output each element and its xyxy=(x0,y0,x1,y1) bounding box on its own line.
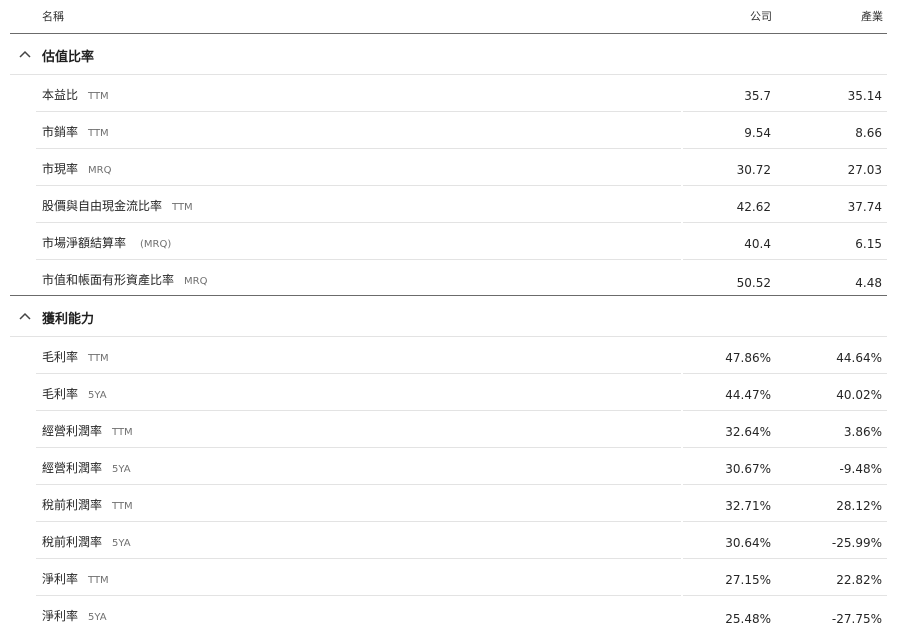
industry-value: -27.75% xyxy=(831,612,882,626)
company-value: 30.64% xyxy=(725,536,771,550)
industry-value: -25.99% xyxy=(831,536,882,550)
row-label: 市值和帳面有形資產比率 MRQ xyxy=(42,273,208,287)
chevron-up-icon[interactable] xyxy=(18,47,32,61)
row-period: TTM xyxy=(88,353,109,364)
table-row: 稅前利潤率 TTM 32.71% 28.12% xyxy=(0,485,904,522)
row-label: 稅前利潤率 5YA xyxy=(42,535,131,549)
row-period: TTM xyxy=(112,501,133,512)
table-row: 市銷率 TTM 9.54 8.66 xyxy=(0,112,904,149)
table-row: 市現率 MRQ 30.72 27.03 xyxy=(0,149,904,186)
company-value: 30.72 xyxy=(736,163,771,177)
company-value: 47.86% xyxy=(725,351,771,365)
industry-value: 22.82% xyxy=(836,573,882,587)
table-header: 名稱 公司 產業 xyxy=(0,0,904,34)
company-value: 50.52 xyxy=(736,276,771,290)
company-value: 30.67% xyxy=(725,462,771,476)
table-row: 稅前利潤率 5YA 30.64% -25.99% xyxy=(0,522,904,559)
row-label: 毛利率 TTM xyxy=(42,350,109,364)
table-row: 毛利率 TTM 47.86% 44.64% xyxy=(0,337,904,374)
row-period: TTM xyxy=(88,128,109,139)
section-valuation-ratios[interactable]: 估值比率 xyxy=(0,34,904,74)
row-period: TTM xyxy=(88,91,109,102)
table-row: 毛利率 5YA 44.47% 40.02% xyxy=(0,374,904,411)
row-period: 5YA xyxy=(88,612,107,623)
section-title: 估值比率 xyxy=(42,50,95,65)
row-period: (MRQ) xyxy=(140,239,172,250)
row-period: TTM xyxy=(112,427,133,438)
row-period: 5YA xyxy=(112,464,131,475)
row-period: 5YA xyxy=(88,390,107,401)
row-period: 5YA xyxy=(112,538,131,549)
company-value: 35.7 xyxy=(744,89,771,103)
industry-value: 37.74 xyxy=(847,200,882,214)
industry-value: 8.66 xyxy=(855,126,882,140)
section-title: 獲利能力 xyxy=(42,312,95,327)
column-header-industry: 產業 xyxy=(861,10,883,23)
chevron-up-icon[interactable] xyxy=(18,309,32,323)
row-period: TTM xyxy=(172,202,193,213)
company-value: 9.54 xyxy=(744,126,771,140)
row-label: 經營利潤率 TTM xyxy=(42,424,133,438)
section-profitability[interactable]: 獲利能力 xyxy=(0,296,904,336)
row-label: 淨利率 TTM xyxy=(42,572,109,586)
industry-value: 35.14 xyxy=(847,89,882,103)
row-label: 經營利潤率 5YA xyxy=(42,461,131,475)
table-row: 經營利潤率 TTM 32.64% 3.86% xyxy=(0,411,904,448)
industry-value: 44.64% xyxy=(836,351,882,365)
row-label: 稅前利潤率 TTM xyxy=(42,498,133,512)
row-label: 市現率 MRQ xyxy=(42,162,112,176)
row-label: 毛利率 5YA xyxy=(42,387,107,401)
table-row: 淨利率 5YA 25.48% -27.75% xyxy=(0,596,904,629)
row-period: TTM xyxy=(88,575,109,586)
table-row: 市值和帳面有形資產比率 MRQ 50.52 4.48 xyxy=(0,260,904,297)
industry-value: 40.02% xyxy=(836,388,882,402)
row-label: 市銷率 TTM xyxy=(42,125,109,139)
industry-value: -9.48% xyxy=(839,462,882,476)
company-value: 27.15% xyxy=(725,573,771,587)
row-label: 股價與自由現金流比率 TTM xyxy=(42,199,193,213)
row-label: 本益比 TTM xyxy=(42,88,109,102)
table-row: 淨利率 TTM 27.15% 22.82% xyxy=(0,559,904,596)
column-header-name: 名稱 xyxy=(42,10,64,23)
table-row: 股價與自由現金流比率 TTM 42.62 37.74 xyxy=(0,186,904,223)
company-value: 40.4 xyxy=(744,237,771,251)
column-header-company: 公司 xyxy=(750,10,772,23)
row-label: 市場淨額結算率 (MRQ) xyxy=(42,236,172,250)
industry-value: 6.15 xyxy=(855,237,882,251)
company-value: 32.64% xyxy=(725,425,771,439)
company-value: 42.62 xyxy=(736,200,771,214)
industry-value: 27.03 xyxy=(847,163,882,177)
table-row: 經營利潤率 5YA 30.67% -9.48% xyxy=(0,448,904,485)
industry-value: 3.86% xyxy=(843,425,882,439)
row-period: MRQ xyxy=(88,165,112,176)
industry-value: 28.12% xyxy=(836,499,882,513)
company-value: 25.48% xyxy=(725,612,771,626)
company-value: 44.47% xyxy=(725,388,771,402)
table-row: 本益比 TTM 35.7 35.14 xyxy=(0,75,904,112)
row-label: 淨利率 5YA xyxy=(42,609,107,623)
row-period: MRQ xyxy=(184,276,208,287)
table-row: 市場淨額結算率 (MRQ) 40.4 6.15 xyxy=(0,223,904,260)
company-value: 32.71% xyxy=(725,499,771,513)
industry-value: 4.48 xyxy=(855,276,882,290)
